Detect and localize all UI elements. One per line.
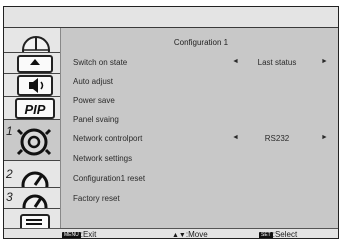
sidebar-tab-configuration-2[interactable]: 2 xyxy=(4,161,60,187)
menu-item-label: Power save xyxy=(73,96,115,105)
left-arrow-icon[interactable]: ◄ xyxy=(232,58,239,65)
menu-item-auto-adjust[interactable]: Auto adjust xyxy=(61,75,338,89)
sidebar-tab-screen[interactable] xyxy=(4,53,60,73)
select-label: :Select xyxy=(272,230,298,239)
input-icon xyxy=(20,214,50,228)
configuration-1-icon xyxy=(16,128,52,156)
up-down-arrows-icon: ▲▼ xyxy=(172,232,186,239)
menu-item-label: Switch on state xyxy=(73,58,128,67)
sidebar-tab-pip[interactable]: PIP xyxy=(4,97,60,119)
menu-item-network-settings[interactable]: Network settings xyxy=(61,152,338,166)
menu-item-panel-saving[interactable]: Panel svaing xyxy=(61,113,338,127)
menu-item-label: Panel svaing xyxy=(73,115,119,124)
sidebar-tab-configuration-1[interactable]: 1 xyxy=(4,120,60,160)
menu-item-network-control-port[interactable]: Network controlport ◄ RS232 ► xyxy=(61,132,338,146)
menu-item-power-save[interactable]: Power save xyxy=(61,94,338,108)
footer-select-hint: SET:Select xyxy=(259,230,298,239)
exit-label: :Exit xyxy=(80,230,97,239)
footer-exit-hint: MENU:Exit xyxy=(62,230,97,239)
pip-icon: PIP xyxy=(15,98,55,119)
move-label: :Move xyxy=(185,230,208,239)
left-arrow-icon[interactable]: ◄ xyxy=(232,134,239,141)
osd-menu-screen: PIP 1 2 3 Configuration 1 Switch on stat… xyxy=(3,6,339,239)
footer-hint-bar: MENU:Exit ▲▼:Move SET:Select xyxy=(4,228,338,239)
sidebar-tab-picture[interactable] xyxy=(4,28,60,52)
menu-item-label: Configuration1 reset xyxy=(73,174,146,183)
footer-move-hint: ▲▼:Move xyxy=(172,230,208,239)
menu-item-label: Factory reset xyxy=(73,194,120,203)
menu-item-configuration1-reset[interactable]: Configuration1 reset xyxy=(61,172,338,186)
sidebar: PIP 1 2 3 xyxy=(4,28,60,228)
switch-on-state-value: Last status xyxy=(257,58,297,67)
menu-item-label: Auto adjust xyxy=(73,77,114,86)
menu-item-label: Network controlport xyxy=(73,134,143,143)
sidebar-tab-advanced-option[interactable]: 3 xyxy=(4,188,60,208)
network-control-port-value: RS232 xyxy=(264,134,290,143)
advanced-option-icon xyxy=(22,194,48,208)
menu-item-switch-on-state[interactable]: Switch on state ◄ Last status ► xyxy=(61,56,338,70)
menu-title: Configuration 1 xyxy=(173,38,229,47)
menu-item-label: Network settings xyxy=(73,154,133,163)
screen-icon xyxy=(17,55,53,73)
pip-icon-label: PIP xyxy=(25,102,46,117)
menu-key-icon: MENU xyxy=(62,232,81,238)
set-key-icon: SET xyxy=(259,232,273,238)
menu-panel: Configuration 1 Switch on state ◄ Last s… xyxy=(60,28,338,228)
sidebar-tab-input[interactable] xyxy=(4,209,60,228)
sidebar-tab-audio[interactable] xyxy=(4,74,60,96)
audio-icon xyxy=(17,75,53,96)
menu-item-factory-reset[interactable]: Factory reset xyxy=(61,192,338,206)
right-arrow-icon[interactable]: ► xyxy=(321,58,328,65)
title-bar xyxy=(4,7,338,28)
right-arrow-icon[interactable]: ► xyxy=(321,134,328,141)
configuration-2-icon xyxy=(21,171,49,187)
picture-icon xyxy=(22,36,50,52)
